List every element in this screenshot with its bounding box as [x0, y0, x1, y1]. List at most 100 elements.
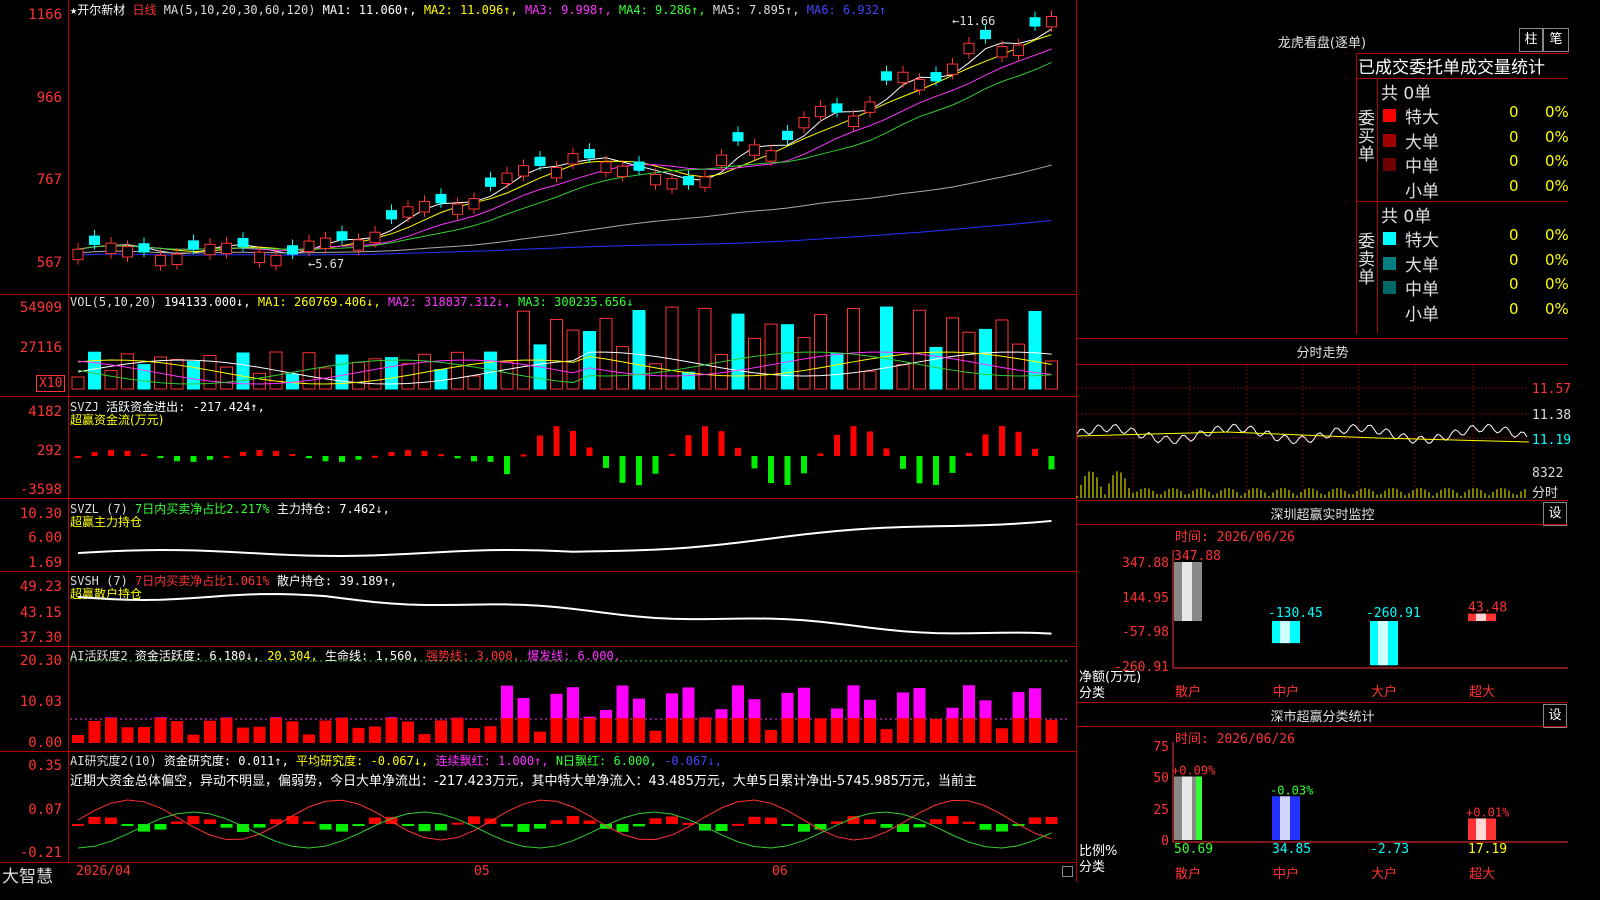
- ai2-bar: [1045, 816, 1058, 824]
- ai1-bar: [831, 718, 843, 743]
- ai1-bar-top: [666, 693, 678, 718]
- volume-bar: [764, 323, 778, 390]
- stats-value: 17.19: [1468, 842, 1507, 857]
- stats-panel: 深市超赢分类统计 设 时间: 2026/06/26 比例% 分类 75 50 25 0…: [1077, 702, 1568, 882]
- buy-row-pct: 0%: [1545, 103, 1569, 121]
- volume-bar: [946, 317, 959, 390]
- ai1-bar: [600, 718, 612, 743]
- ai1-bar: [979, 718, 992, 743]
- ai1-bar: [220, 718, 233, 743]
- candle: [551, 167, 562, 179]
- ai2-bar: [319, 824, 332, 830]
- ai1-bar: [798, 718, 810, 743]
- svzj-bar: [504, 456, 510, 475]
- volume-bar: [583, 331, 596, 390]
- fenshi-panel[interactable]: 分时走势 11.57 11.38 11.19 8322 分时: [1076, 338, 1571, 501]
- sell-row-pct: 0%: [1545, 299, 1569, 318]
- svzj-bar: [1032, 448, 1038, 456]
- volume-bar: [187, 361, 200, 390]
- ai2-bar: [913, 824, 926, 828]
- candle: [683, 175, 694, 186]
- stats-pct: +0.09%: [1172, 763, 1216, 777]
- candle: [1013, 44, 1024, 57]
- ai1-bar: [847, 718, 860, 743]
- volume-bar: [995, 319, 1009, 390]
- candle: [600, 161, 612, 173]
- stats-value: 50.69: [1174, 842, 1213, 857]
- monitor-y-tick: 347.88: [1122, 556, 1169, 571]
- ai1-bar: [765, 729, 777, 743]
- candle: [881, 71, 892, 81]
- svzj-bar: [174, 456, 180, 462]
- chart-area[interactable]: 1166 966 767 567 54909 27116 X10 4182 29…: [0, 0, 1077, 887]
- ai1-bar: [369, 726, 381, 743]
- volume-bar: [781, 324, 794, 390]
- volume-bar: [71, 376, 85, 390]
- stats-category: 超大: [1469, 867, 1495, 882]
- svzj-bar: [1048, 456, 1055, 470]
- ai2-bar: [633, 824, 645, 827]
- monitor-bar-shine: [1378, 621, 1388, 666]
- buy-row-name: 中单: [1405, 157, 1439, 177]
- candle: [848, 115, 859, 127]
- candle: [633, 161, 645, 171]
- monitor-y-tick: -260.91: [1114, 660, 1169, 675]
- sell-row-name: 特大: [1405, 231, 1439, 251]
- candle: [353, 239, 364, 251]
- ma-line-5: [77, 164, 1052, 254]
- ai2-bar: [567, 816, 579, 824]
- monitor-category: 散户: [1175, 684, 1201, 700]
- svzj-bar: [306, 456, 312, 459]
- candle: [204, 243, 216, 256]
- sell-row-name: 中单: [1405, 280, 1439, 300]
- svzj-bar: [900, 456, 906, 469]
- bar-mode-button[interactable]: 柱: [1519, 28, 1543, 52]
- buy-side-label: 委买单: [1358, 109, 1375, 165]
- candle: [666, 178, 678, 190]
- ai2-bar: [303, 821, 315, 824]
- volume-bar: [1012, 343, 1025, 390]
- buy-row-count: 0: [1509, 152, 1519, 170]
- sell-row-pct: 0%: [1545, 275, 1569, 293]
- candle: [947, 63, 958, 75]
- ai1-bar-top: [831, 708, 843, 718]
- svzj-bar: [850, 426, 857, 456]
- monitor-value: -260.91: [1366, 606, 1421, 621]
- svzj-bar: [669, 453, 675, 456]
- svzj-bar: [652, 456, 659, 474]
- candle: [221, 242, 232, 255]
- volume-bar: [748, 337, 761, 390]
- ai1-bar-top: [600, 709, 612, 718]
- ai1-bar-top: [501, 685, 513, 718]
- svzj-bar: [867, 431, 873, 456]
- ai1-bar-top: [748, 699, 761, 718]
- stats-bar-shine: [1476, 818, 1486, 840]
- volume-bar: [352, 361, 365, 390]
- ai2-bar: [171, 821, 183, 824]
- candle: [254, 251, 265, 264]
- ai1-bar: [385, 718, 398, 743]
- candle: [518, 165, 529, 177]
- ai1-bar-top: [913, 687, 926, 718]
- svzj-bar: [240, 452, 246, 456]
- ai1-bar: [715, 718, 728, 743]
- ai1-bar: [534, 731, 546, 743]
- ma-line-2: [77, 34, 1052, 253]
- ai1-bar-top: [517, 698, 530, 718]
- stats-value: -2.73: [1370, 842, 1409, 857]
- volume-bar: [682, 371, 695, 390]
- candle: [336, 231, 348, 241]
- ai1-bar: [633, 718, 645, 743]
- ai1-bar: [864, 718, 876, 743]
- ai1-bar: [171, 721, 183, 743]
- longhu-tabs[interactable]: 已成交委托单成交量统计: [1358, 53, 1545, 78]
- svzj-bar: [438, 454, 444, 457]
- ai1-bar-top: [897, 692, 909, 718]
- ai2-bar: [781, 824, 794, 826]
- monitor-bar-shine: [1182, 562, 1192, 621]
- svzj-bar: [273, 450, 279, 456]
- tick-mode-button[interactable]: 笔: [1543, 28, 1569, 52]
- svzj-bar: [339, 456, 345, 462]
- ai2-bar: [336, 824, 348, 832]
- sell-row-swatch: [1383, 256, 1396, 270]
